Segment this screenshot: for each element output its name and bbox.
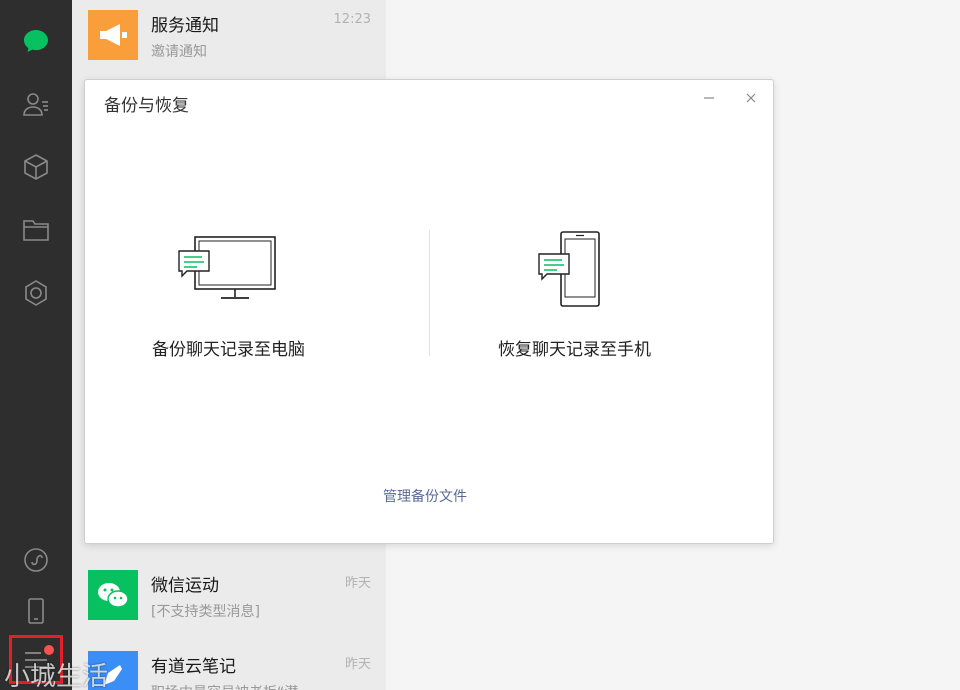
close-icon[interactable]	[741, 88, 761, 108]
nav-rail	[0, 0, 72, 690]
backup-to-pc-option[interactable]: 备份聊天记录至电脑	[125, 230, 425, 370]
chat-time: 昨天	[344, 576, 371, 591]
chat-icon[interactable]	[16, 21, 56, 61]
restore-to-phone-option[interactable]: 恢复聊天记录至手机	[465, 228, 765, 368]
chat-preview: 邀请通知	[151, 44, 207, 60]
backup-restore-dialog: 备份与恢复 备份聊天记录至电脑 恢复聊天记录至手机 管理备份文件	[84, 79, 774, 544]
chat-preview: 职场中最容易被老板“潜	[151, 682, 371, 690]
phone-icon[interactable]	[16, 591, 56, 631]
watermark-text: 小城生活	[4, 662, 109, 690]
chat-name: 有道云笔记	[151, 657, 236, 677]
option-divider	[429, 230, 430, 356]
chat-item-service-notice[interactable]: 服务通知 12:23 邀请通知	[72, 0, 386, 64]
notification-dot	[44, 645, 54, 655]
files-icon[interactable]	[16, 210, 56, 250]
chat-item-wechat-sport[interactable]: 微信运动 昨天 [不支持类型消息]	[72, 560, 386, 624]
megaphone-icon	[88, 10, 138, 60]
phone-chat-icon	[538, 231, 600, 307]
restore-label: 恢复聊天记录至手机	[498, 340, 651, 360]
minimize-icon[interactable]	[699, 88, 719, 108]
favorites-icon[interactable]	[16, 147, 56, 187]
chat-name: 服务通知	[151, 16, 219, 36]
chat-item-youdao-note[interactable]: 有道云笔记 昨天 职场中最容易被老板“潜	[72, 641, 386, 690]
dialog-title: 备份与恢复	[104, 96, 189, 116]
moments-icon[interactable]	[16, 273, 56, 313]
chat-name: 微信运动	[151, 576, 219, 596]
backup-label: 备份聊天记录至电脑	[152, 340, 305, 360]
chat-time: 昨天	[344, 657, 371, 672]
chat-time: 12:23	[333, 12, 371, 27]
wechat-icon	[88, 570, 138, 620]
manage-backup-files-link[interactable]: 管理备份文件	[383, 486, 467, 506]
mini-program-icon[interactable]	[16, 540, 56, 580]
chat-preview: [不支持类型消息]	[151, 604, 260, 620]
computer-chat-icon	[178, 236, 276, 299]
contacts-icon[interactable]	[16, 84, 56, 124]
